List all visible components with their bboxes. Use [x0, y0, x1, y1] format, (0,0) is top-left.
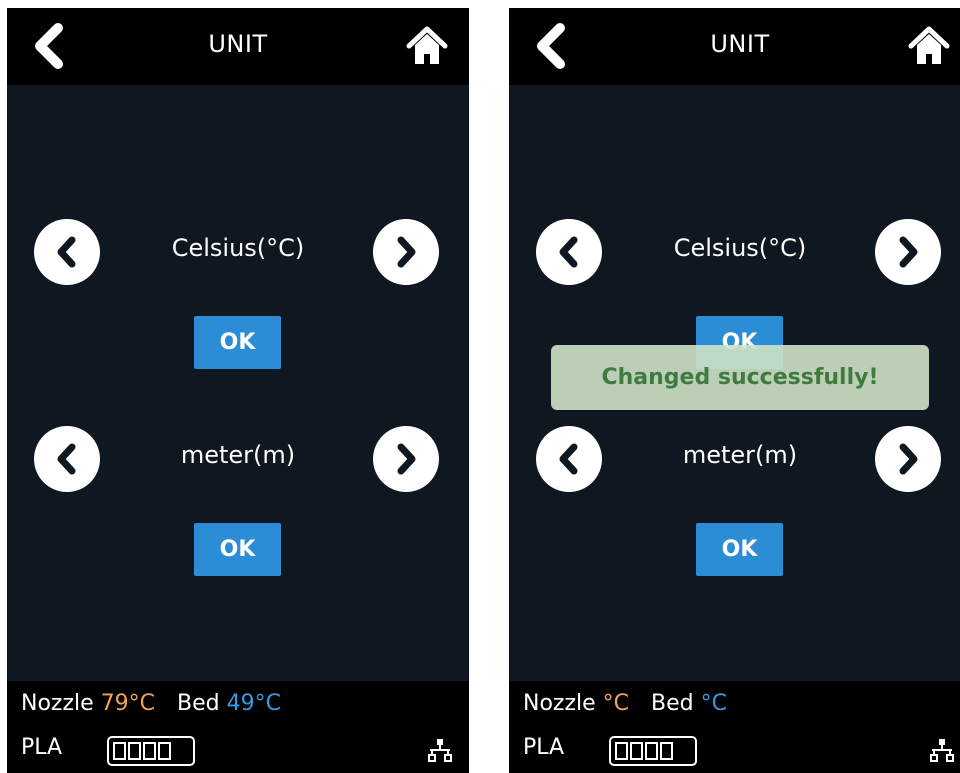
home-button[interactable]: [907, 24, 951, 68]
network-icon: [428, 739, 452, 762]
filament-level-icon: [609, 736, 697, 766]
temperature-next-button[interactable]: [373, 219, 439, 285]
length-next-button[interactable]: [373, 426, 439, 492]
temperature-status: Nozzle °C Bed °C: [523, 691, 727, 716]
nozzle-label: Nozzle: [21, 691, 94, 716]
chevron-left-icon: [57, 236, 76, 268]
chevron-left-icon: [559, 443, 578, 475]
temperature-ok-button[interactable]: OK: [194, 316, 281, 369]
nozzle-temp: 79°C: [100, 691, 156, 716]
temperature-status: Nozzle 79°C Bed 49°C: [21, 691, 281, 716]
chevron-right-icon: [397, 443, 416, 475]
chevron-left-icon: [559, 236, 578, 268]
chevron-right-icon: [397, 236, 416, 268]
length-next-button[interactable]: [875, 426, 941, 492]
page-title: UNIT: [208, 30, 268, 58]
temperature-prev-button[interactable]: [536, 219, 602, 285]
length-prev-button[interactable]: [536, 426, 602, 492]
temperature-unit-value: Celsius(°C): [673, 234, 807, 262]
nozzle-temp: °C: [602, 691, 630, 716]
temperature-prev-button[interactable]: [34, 219, 100, 285]
bed-label: Bed: [651, 691, 694, 716]
length-prev-button[interactable]: [34, 426, 100, 492]
length-ok-button[interactable]: OK: [696, 523, 783, 576]
top-bar: UNIT: [7, 8, 469, 85]
material-label: PLA: [523, 735, 565, 760]
home-icon: [908, 26, 950, 64]
temperature-unit-selector: Celsius(°C): [7, 216, 469, 286]
bed-label: Bed: [177, 691, 220, 716]
home-icon: [406, 26, 448, 64]
filament-level-icon: [107, 736, 195, 766]
unit-screen-after: UNIT Celsius(°C) OK meter(m) OK Changed …: [509, 8, 960, 773]
chevron-right-icon: [899, 443, 918, 475]
length-ok-button[interactable]: OK: [194, 523, 281, 576]
length-unit-selector: meter(m): [509, 423, 960, 493]
home-button[interactable]: [405, 24, 449, 68]
length-unit-selector: meter(m): [7, 423, 469, 493]
temperature-unit-selector: Celsius(°C): [509, 216, 960, 286]
temperature-unit-value: Celsius(°C): [171, 234, 305, 262]
bed-temp: °C: [700, 691, 728, 716]
network-icon: [930, 739, 954, 762]
unit-screen-before: UNIT Celsius(°C) OK meter(m) OK Nozzle 7…: [7, 8, 469, 773]
success-toast: Changed successfully!: [551, 345, 929, 410]
nozzle-label: Nozzle: [523, 691, 596, 716]
temperature-next-button[interactable]: [875, 219, 941, 285]
length-unit-value: meter(m): [180, 441, 296, 469]
material-label: PLA: [21, 735, 63, 760]
page-title: UNIT: [710, 30, 770, 58]
chevron-left-icon: [57, 443, 76, 475]
top-bar: UNIT: [509, 8, 960, 85]
chevron-right-icon: [899, 236, 918, 268]
bed-temp: 49°C: [226, 691, 281, 716]
status-bar: Nozzle °C Bed °C PLA: [509, 681, 960, 773]
length-unit-value: meter(m): [682, 441, 798, 469]
status-bar: Nozzle 79°C Bed 49°C PLA: [7, 681, 469, 773]
